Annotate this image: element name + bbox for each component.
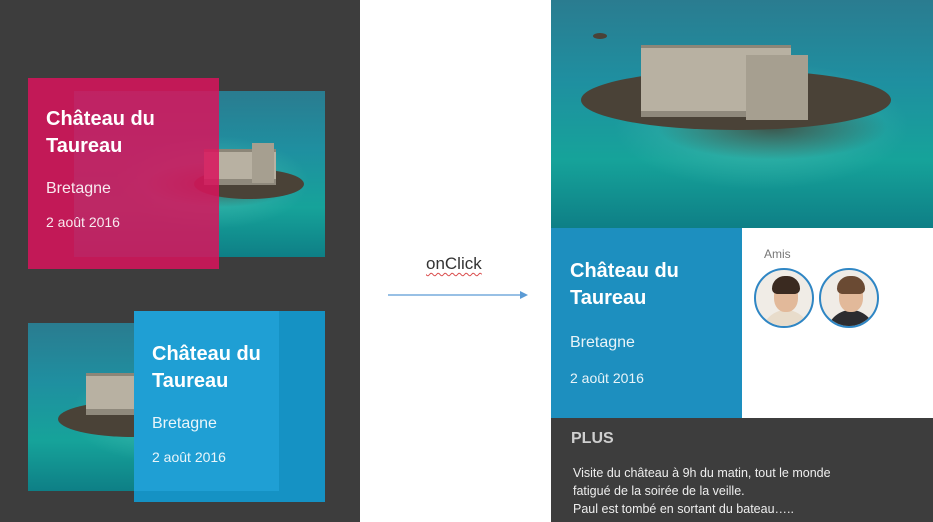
card-title: Château du Taureau: [46, 106, 201, 160]
more-description-line: Paul est tombé en sortant du bateau…..: [573, 502, 794, 516]
more-description-line: Visite du château à 9h du matin, tout le…: [573, 466, 831, 480]
card-date: 2 août 2016: [152, 449, 226, 465]
avatar-body-shape: [827, 310, 875, 326]
friends-label: Amis: [764, 247, 791, 261]
avatar[interactable]: [819, 268, 879, 328]
detail-title: Château du Taureau: [570, 258, 723, 312]
card-2[interactable]: Château du Taureau Bretagne 2 août 2016: [134, 311, 325, 495]
more-description: Visite du château à 9h du matin, tout le…: [573, 464, 913, 518]
more-description-line: fatigué de la soirée de la veille.: [573, 484, 745, 498]
card-title: Château du Taureau: [152, 341, 307, 395]
more-title: PLUS: [571, 430, 614, 447]
card-date: 2 août 2016: [46, 214, 120, 230]
detail-date: 2 août 2016: [570, 370, 644, 386]
detail-region: Bretagne: [570, 334, 635, 351]
friends-panel: Amis: [742, 228, 933, 418]
card-title-line-2: Taureau: [46, 135, 123, 157]
avatar[interactable]: [754, 268, 814, 328]
more-section: PLUS Visite du château à 9h du matin, to…: [551, 418, 933, 522]
detail-title-line-1: Château du: [570, 260, 679, 282]
castle-tower-shape: [252, 143, 274, 183]
card-title-line-2: Taureau: [152, 370, 229, 392]
detail-title-line-2: Taureau: [570, 287, 647, 309]
detail-info-panel: Château du Taureau Bretagne 2 août 2016: [551, 228, 742, 418]
transition-label: onClick: [426, 254, 482, 273]
small-rock: [593, 33, 607, 39]
arrow-right-icon: [388, 291, 528, 299]
avatar-hair-shape: [837, 276, 865, 294]
card-region: Bretagne: [46, 180, 111, 197]
avatar-hair-shape: [772, 276, 800, 294]
card-region: Bretagne: [152, 415, 217, 432]
castle-tower-shape: [746, 55, 808, 120]
avatar-body-shape: [762, 310, 810, 326]
card-title-line-1: Château du: [46, 108, 155, 130]
card-title-line-1: Château du: [152, 343, 261, 365]
card-1[interactable]: Château du Taureau Bretagne 2 août 2016: [28, 78, 219, 269]
detail-hero-photo: [551, 0, 933, 228]
